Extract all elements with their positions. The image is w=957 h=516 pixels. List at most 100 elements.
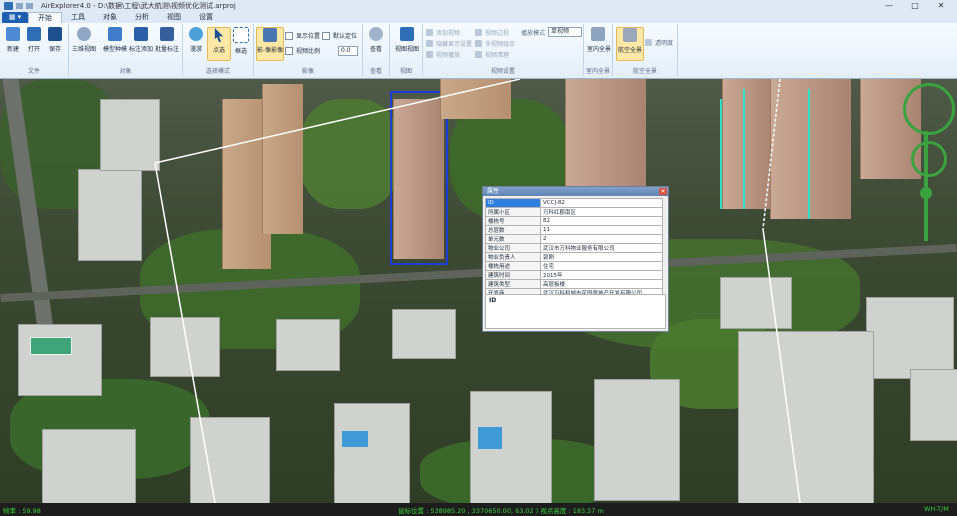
property-row[interactable]: 物业公司 武汉市万科物业服务有限公司 (485, 243, 663, 253)
tab-object[interactable]: 对象 (94, 12, 126, 23)
tab-settings[interactable]: 设置 (190, 12, 222, 23)
property-row[interactable]: 总层数 11 (485, 225, 663, 235)
label-add-button[interactable]: 标注添加 (129, 27, 153, 53)
quick-access-undo-icon[interactable] (26, 2, 33, 9)
save-button[interactable]: 保存 (44, 27, 66, 53)
group-label-select-mode: 选择模式 (205, 68, 230, 75)
view-scale-checkbox[interactable]: 视频比例 (285, 46, 320, 55)
property-row[interactable]: 单元数 2 (485, 234, 663, 244)
property-row[interactable]: ID VCCJ-82 (485, 198, 663, 208)
property-value: 2015年 (540, 270, 663, 280)
title-bar: AirExplorer4.0 - D:\数据\工程\武大航测\视频优化测试.ar… (0, 0, 957, 11)
show-position-checkbox[interactable]: 显示位置 (285, 31, 320, 40)
property-dialog-header: 属性 ✕ (483, 187, 668, 196)
open-folder-icon (27, 27, 41, 41)
app-logo-icon (4, 1, 13, 10)
new-button[interactable]: 新建 (2, 27, 24, 53)
zoom-slider-handle[interactable] (920, 187, 932, 199)
maximize-button[interactable]: □ (903, 0, 927, 11)
window-title: AirExplorer4.0 - D:\数据\工程\武大航测\视频优化测试.ar… (41, 1, 236, 10)
property-value: 郭刚 (540, 252, 663, 262)
frame-select-button[interactable]: 框选 (230, 27, 252, 55)
group-view: 查看 查看 (363, 24, 390, 76)
status-bar: 帧率 : 59.98 鼠标位置 : 538985.20 , 3370650.00… (0, 503, 957, 516)
globe-icon (77, 27, 91, 41)
property-value: 高层板楼 (540, 279, 663, 289)
property-key: 楼栋号 (485, 216, 541, 226)
view-view-button[interactable]: 视图视图 (394, 27, 420, 53)
transparency-button[interactable]: 透明度 (645, 38, 673, 47)
view-button[interactable]: 查看 (365, 27, 387, 53)
close-icon[interactable]: ✕ (659, 188, 667, 195)
checkbox-box (285, 31, 293, 40)
property-key: 建筑类型 (485, 279, 541, 289)
property-row[interactable]: 建筑时间 2015年 (485, 270, 663, 280)
cursor-icon (214, 28, 224, 42)
close-button[interactable]: ✕ (929, 0, 953, 11)
video-process-item[interactable]: 视频过程 (475, 28, 509, 37)
property-row[interactable]: 物业负责人 郭刚 (485, 252, 663, 262)
property-table: ID VCCJ-82 所属小区 万科红郡南区 楼栋号 82 总层数 11 单元数 2 物业公司 武汉市… (485, 198, 663, 298)
video-icon (426, 29, 433, 36)
group-label-indoor: 室内全景 (585, 68, 610, 75)
group-label-viewpoint: 视图 (399, 68, 412, 75)
batch-label-button[interactable]: 批量标注 (155, 27, 179, 53)
property-row[interactable]: 楼栋用途 住宅 (485, 261, 663, 271)
property-key: 单元数 (485, 234, 541, 244)
view-window-icon (400, 27, 414, 41)
new-icon (6, 27, 20, 41)
property-value: 武汉市万科物业服务有限公司 (540, 243, 663, 253)
group-image: 影-像影像 显示位置 默认定位 视频比例 0.0 影像 (254, 24, 363, 76)
3d-scene-viewport[interactable] (0, 79, 957, 503)
open-button[interactable]: 打开 (23, 27, 45, 53)
tab-start[interactable]: 开始 (28, 12, 62, 23)
roam-button[interactable]: 漫游 (185, 27, 207, 53)
view-scale-spinbox[interactable]: 0.0 (338, 46, 358, 56)
property-dialog[interactable]: 属性 ✕ ID VCCJ-82 所属小区 万科红郡南区 楼栋号 82 总层数 11 单元数 2 物业… (482, 186, 669, 332)
checkbox-box (322, 31, 330, 40)
property-key: 所属小区 (485, 207, 541, 217)
image-mosaic-icon (263, 28, 277, 42)
compass-ring-icon[interactable] (903, 83, 955, 135)
aerial-pano-icon (623, 28, 637, 42)
play-icon (426, 51, 433, 58)
property-key: 物业负责人 (485, 252, 541, 262)
hide-show-settings-item[interactable]: 隐藏显示设置 (426, 39, 472, 48)
aerial-pano-button[interactable]: 航空全景 (616, 27, 644, 61)
indoor-pano-button[interactable]: 室内全景 (587, 27, 611, 53)
image-mosaic-button[interactable]: 影-像影像 (256, 27, 284, 61)
measurement-polygon (154, 79, 801, 503)
property-row[interactable]: 所属小区 万科红郡南区 (485, 207, 663, 217)
ribbon-tab-bar: ▦ ▾ 开始 工具 对象 分析 视图 设置 (0, 11, 957, 23)
group-file: 新建 打开 保存 文件 (0, 24, 69, 76)
play-mode-select[interactable]: 单视频 (548, 27, 582, 37)
save-icon (48, 27, 62, 41)
default-position-checkbox[interactable]: 默认定位 (322, 31, 357, 40)
clean-icon (475, 51, 482, 58)
file-menu-button[interactable]: ▦ ▾ (2, 12, 28, 23)
group-label-view-settings: 视频设置 (490, 68, 515, 75)
quick-access-save-icon[interactable] (16, 2, 23, 9)
tab-analysis[interactable]: 分析 (126, 12, 158, 23)
tab-view[interactable]: 视图 (158, 12, 190, 23)
property-value: 2 (540, 234, 663, 244)
property-row[interactable]: 楼栋号 82 (485, 216, 663, 226)
add-video-item[interactable]: 添加视频 (426, 28, 460, 37)
tab-tools[interactable]: 工具 (62, 12, 94, 23)
ribbon: 新建 打开 保存 文件 三维视图 模型种模 标注添加 批量标注 对象 漫游 点选… (0, 23, 957, 79)
model-wire-button[interactable]: 模型种模 (103, 27, 127, 53)
point-select-button[interactable]: 点选 (207, 27, 231, 61)
property-value: 住宅 (540, 261, 663, 271)
property-value: 82 (540, 216, 663, 226)
property-row[interactable]: 建筑类型 高层板楼 (485, 279, 663, 289)
group-object: 三维视图 模型种模 标注添加 批量标注 对象 (69, 24, 183, 76)
tilt-ring-icon[interactable] (911, 141, 947, 177)
video-play-item[interactable]: 视频播放 (426, 50, 460, 59)
group-select-mode: 漫游 点选 框选 选择模式 (183, 24, 254, 76)
video-clean-item[interactable]: 视频清理 (475, 50, 509, 59)
property-value: VCCJ-82 (540, 198, 663, 208)
3d-view-button[interactable]: 三维视图 (71, 27, 97, 53)
group-label-aerial: 航空全景 (632, 68, 657, 75)
multi-video-item[interactable]: 多视频组合 (475, 39, 515, 48)
minimize-button[interactable]: — (877, 0, 901, 11)
